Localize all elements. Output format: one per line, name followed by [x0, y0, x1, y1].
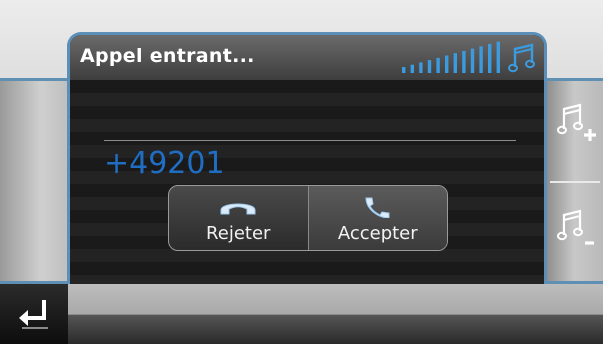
signal-bar — [488, 44, 492, 73]
separator-line — [104, 140, 516, 141]
right-side-panel — [546, 78, 603, 284]
signal-strength-icon — [402, 41, 500, 73]
dialog-header: Appel entrant... — [70, 35, 544, 81]
signal-bar — [436, 57, 440, 73]
signal-bar — [427, 60, 432, 73]
signal-bar — [419, 62, 423, 73]
signal-bar — [462, 50, 466, 73]
signal-bar — [402, 67, 406, 73]
left-side-panel — [0, 78, 68, 284]
phone-hangup-icon — [220, 203, 256, 215]
volume-up-button[interactable] — [554, 93, 600, 147]
back-button[interactable] — [0, 284, 68, 344]
bottom-bar — [0, 284, 603, 344]
bottom-ledge — [68, 284, 603, 315]
caller-number: +49201 — [104, 146, 225, 181]
volume-up-icon — [557, 103, 596, 141]
accept-button[interactable]: Accepter — [307, 186, 447, 250]
phone-answer-icon — [365, 197, 390, 218]
dialog-body: +49201 Rejeter Accepter — [70, 80, 544, 284]
music-note-icon — [508, 43, 535, 73]
reject-label: Rejeter — [206, 223, 271, 244]
reject-button[interactable]: Rejeter — [169, 186, 308, 250]
call-actions: Rejeter Accepter — [168, 185, 448, 251]
back-arrow-icon — [19, 300, 48, 329]
signal-bar — [453, 53, 457, 73]
volume-divider — [550, 181, 600, 183]
bottom-lower-strip — [68, 315, 603, 344]
signal-bar — [445, 55, 449, 73]
signal-bar — [479, 46, 483, 73]
dialog-title: Appel entrant... — [80, 45, 255, 67]
volume-down-button[interactable] — [554, 199, 600, 253]
incoming-call-dialog: Appel entrant... +49201 Rejeter Accepter — [67, 32, 547, 284]
volume-down-icon — [557, 209, 594, 245]
accept-label: Accepter — [337, 223, 418, 244]
signal-bar — [470, 48, 475, 73]
signal-bar — [496, 41, 500, 73]
signal-bar — [410, 64, 414, 73]
